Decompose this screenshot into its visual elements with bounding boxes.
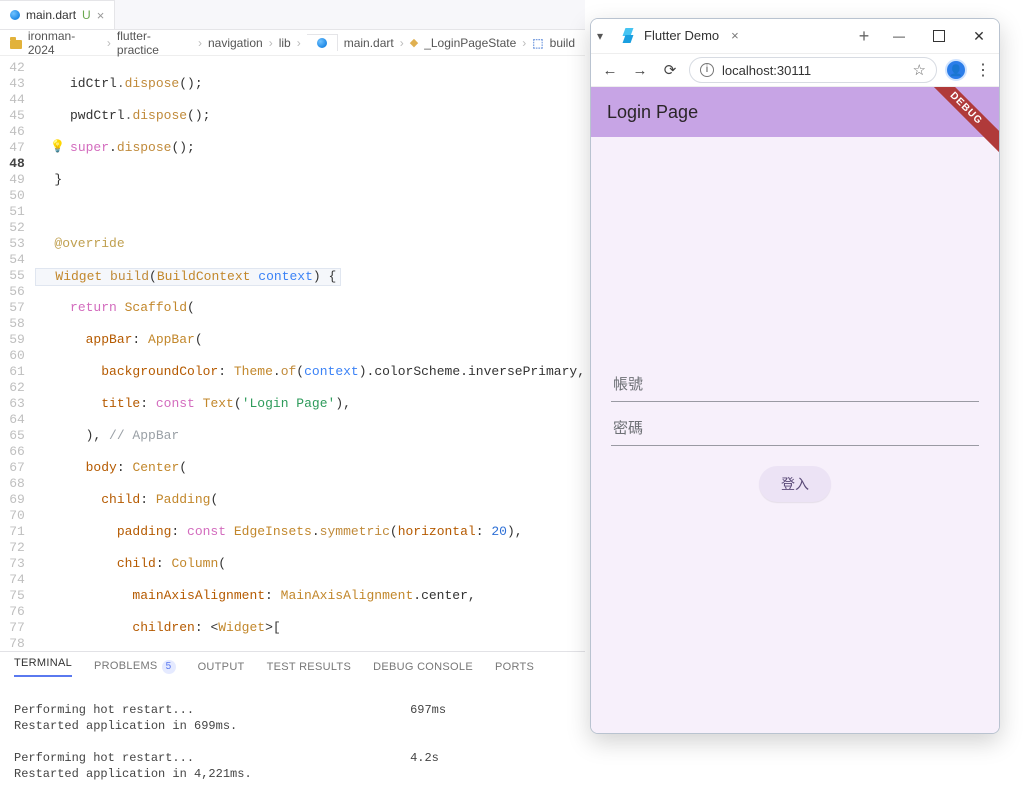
- line-gutter: 💡 42434445464748495051525354555657585960…: [0, 56, 35, 652]
- flutter-body: 登入: [591, 137, 999, 733]
- tab-output[interactable]: OUTPUT: [198, 661, 245, 673]
- page-title: Login Page: [607, 102, 698, 123]
- problems-badge: 5: [162, 660, 176, 674]
- bottom-panel: TERMINAL PROBLEMS5 OUTPUT TEST RESULTS D…: [0, 651, 585, 763]
- editor-area: main.dart U × ironman-2024› flutter-prac…: [0, 0, 585, 763]
- password-input[interactable]: [611, 412, 979, 446]
- tab-debug-console[interactable]: DEBUG CONSOLE: [373, 661, 473, 673]
- crumb[interactable]: lib: [279, 36, 291, 50]
- tab-vcs-flag: U: [82, 8, 91, 22]
- close-icon[interactable]: ×: [731, 28, 739, 43]
- back-icon[interactable]: ←: [599, 62, 621, 79]
- folder-icon: [10, 40, 22, 49]
- code-content[interactable]: idCtrl.dispose(); pwdCtrl.dispose(); sup…: [35, 56, 585, 652]
- kebab-menu-icon[interactable]: ⋮: [975, 60, 991, 80]
- maximize-button[interactable]: [919, 19, 959, 53]
- tab-ports[interactable]: PORTS: [495, 661, 534, 673]
- profile-avatar[interactable]: 👤: [945, 59, 967, 81]
- crumb[interactable]: flutter-practice: [117, 29, 192, 57]
- tab-terminal[interactable]: TERMINAL: [14, 657, 72, 677]
- crumb[interactable]: _LoginPageState: [424, 36, 516, 50]
- forward-icon[interactable]: →: [629, 62, 651, 79]
- tab-filename: main.dart: [26, 8, 76, 22]
- crumb[interactable]: build: [550, 36, 575, 50]
- breadcrumb: ironman-2024› flutter-practice› navigati…: [0, 30, 585, 56]
- browser-tab-title: Flutter Demo: [644, 28, 719, 43]
- browser-titlebar: ▾ Flutter Demo × + — ✕: [591, 19, 999, 53]
- close-icon[interactable]: ×: [97, 8, 105, 23]
- minimize-button[interactable]: —: [879, 19, 919, 53]
- panel-tabs: TERMINAL PROBLEMS5 OUTPUT TEST RESULTS D…: [0, 652, 585, 682]
- crumb[interactable]: main.dart: [344, 36, 394, 50]
- browser-tab[interactable]: Flutter Demo ×: [611, 22, 749, 50]
- app-bar: Login Page: [591, 87, 999, 137]
- method-icon: ⬚: [532, 36, 543, 50]
- browser-navbar: ← → ⟳ i localhost:30111 ☆ 👤 ⋮: [591, 53, 999, 87]
- flutter-app: Login Page DEBUG 登入: [591, 87, 999, 733]
- account-input[interactable]: [611, 368, 979, 402]
- bookmark-icon[interactable]: ☆: [913, 61, 926, 79]
- url-text: localhost:30111: [722, 63, 811, 78]
- code-editor[interactable]: 💡 42434445464748495051525354555657585960…: [0, 56, 585, 652]
- flutter-icon: [621, 28, 636, 43]
- new-tab-button[interactable]: +: [849, 26, 879, 47]
- editor-tabs: main.dart U ×: [0, 0, 585, 30]
- window-close-button[interactable]: ✕: [959, 19, 999, 53]
- dart-icon: [317, 38, 327, 48]
- browser-window: ▾ Flutter Demo × + — ✕ ← → ⟳ i localhost…: [590, 18, 1000, 734]
- crumb[interactable]: navigation: [208, 36, 263, 50]
- class-icon: ◆: [410, 36, 418, 49]
- address-bar[interactable]: i localhost:30111 ☆: [689, 57, 937, 83]
- terminal-output[interactable]: Performing hot restart... 697ms Restarte…: [0, 682, 585, 786]
- override-annotation: @override: [54, 236, 124, 251]
- crumb[interactable]: ironman-2024: [28, 29, 101, 57]
- reload-icon[interactable]: ⟳: [659, 61, 681, 79]
- site-info-icon[interactable]: i: [700, 63, 714, 77]
- chevron-down-icon[interactable]: ▾: [597, 29, 603, 43]
- tab-problems[interactable]: PROBLEMS5: [94, 660, 176, 674]
- dart-icon: [10, 10, 20, 20]
- editor-tab-main-dart[interactable]: main.dart U ×: [0, 0, 115, 29]
- login-button[interactable]: 登入: [759, 466, 831, 502]
- tab-test-results[interactable]: TEST RESULTS: [267, 661, 352, 673]
